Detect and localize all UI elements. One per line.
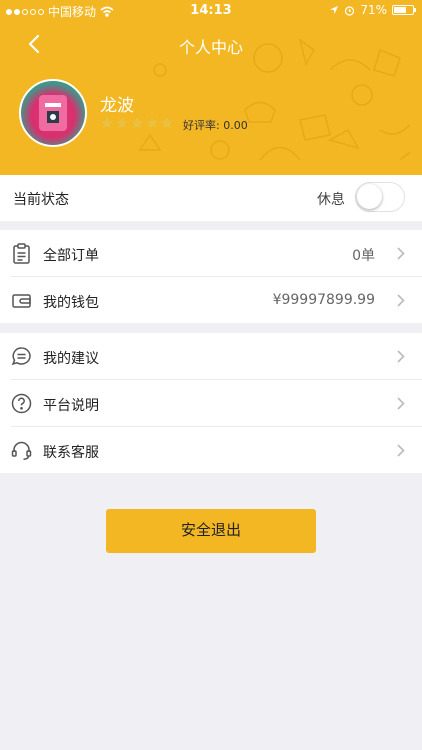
logout-button[interactable]: 安全退出 [106, 509, 316, 553]
alarm-icon [345, 5, 355, 16]
orders-wallet-section: 全部订单 0单 我的钱包 ¥99997899.99 [0, 230, 422, 323]
rating-label: 好评率: [183, 119, 220, 132]
status-bar: 中国移动 14:13 71% [0, 0, 422, 22]
menu-row-orders[interactable]: 全部订单 0单 [0, 230, 422, 277]
page-title: 个人中心 [178, 38, 243, 57]
chevron-right-icon [397, 444, 405, 457]
menu-label: 平台说明 [43, 398, 99, 414]
question-circle-icon [11, 393, 32, 414]
menu-label: 全部订单 [43, 248, 99, 264]
menu-label: 我的钱包 [43, 295, 99, 311]
menu-label: 我的建议 [43, 351, 99, 367]
orders-count: 0单 [352, 248, 375, 264]
support-section: 我的建议 平台说明 联系客服 [0, 333, 422, 473]
chevron-right-icon [397, 294, 405, 307]
star-icon [116, 117, 128, 129]
battery-percent: 71% [360, 3, 387, 17]
headset-icon [11, 441, 32, 461]
wallet-icon [12, 294, 31, 308]
wallet-balance: ¥99997899.99 [272, 292, 375, 308]
menu-label: 联系客服 [43, 445, 99, 461]
clipboard-icon [13, 243, 30, 264]
star-rating [100, 116, 174, 130]
menu-row-wallet[interactable]: 我的钱包 ¥99997899.99 [0, 277, 422, 324]
chevron-right-icon [397, 397, 405, 410]
chevron-right-icon [397, 247, 405, 260]
menu-row-suggestions[interactable]: 我的建议 [0, 333, 422, 380]
profile-header: 中国移动 14:13 71% 个人中心 龙波 好评率: 0.00 [0, 0, 422, 175]
chat-bubble-icon [11, 347, 31, 366]
status-label: 当前状态 [13, 192, 69, 208]
avatar[interactable] [19, 79, 87, 147]
rating-text: 好评率: 0.00 [183, 117, 248, 133]
work-status-toggle[interactable] [355, 182, 405, 212]
user-name: 龙波 [100, 96, 134, 116]
star-icon [131, 117, 143, 129]
battery-icon [392, 5, 416, 15]
star-icon [161, 117, 173, 129]
toggle-knob [357, 184, 382, 209]
star-icon [146, 117, 158, 129]
status-section: 当前状态 休息 [0, 175, 422, 221]
star-icon [101, 117, 113, 129]
chevron-right-icon [397, 350, 405, 363]
menu-row-customer-service[interactable]: 联系客服 [0, 427, 422, 474]
location-arrow-icon [330, 6, 339, 14]
rating-value: 0.00 [223, 119, 248, 132]
menu-row-platform-info[interactable]: 平台说明 [0, 380, 422, 427]
status-state-label: 休息 [317, 192, 345, 208]
